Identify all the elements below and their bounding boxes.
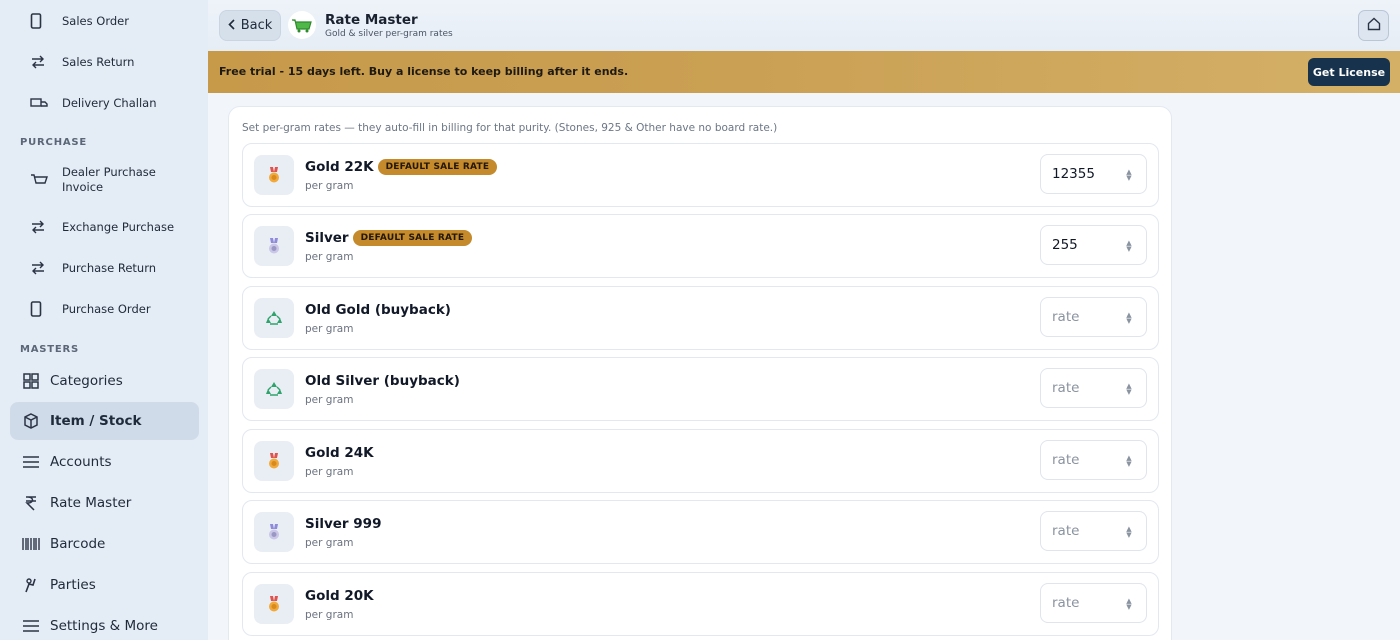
rate-input-old-silver[interactable] [1040, 368, 1147, 408]
sidebar-item-rate-master[interactable]: Rate Master [10, 484, 199, 522]
rate-input-gold-20k[interactable] [1040, 583, 1147, 623]
rate-input-gold-22k[interactable] [1040, 154, 1147, 194]
rate-row-old-gold: Old Gold (buyback) per gram ▲▼ [242, 286, 1159, 350]
swap-arrows-icon [30, 55, 56, 69]
silver-medal-icon [254, 512, 294, 552]
trial-banner-text: Free trial - 15 days left. Buy a license… [219, 65, 629, 78]
home-button[interactable] [1358, 10, 1389, 41]
rate-input-gold-24k[interactable] [1040, 440, 1147, 480]
swap-arrows-icon [30, 261, 56, 275]
back-label: Back [240, 18, 273, 33]
default-sale-rate-badge: DEFAULT SALE RATE [377, 159, 498, 175]
default-sale-rate-badge: DEFAULT SALE RATE [352, 230, 473, 246]
rate-row-silver-999: Silver 999 per gram ▲▼ [242, 500, 1159, 564]
sidebar-item-item-stock[interactable]: Item / Stock [10, 402, 199, 440]
trial-banner: Free trial - 15 days left. Buy a license… [208, 51, 1400, 93]
page-title: Rate Master [325, 12, 418, 28]
rate-card: Set per-gram rates — they auto-fill in b… [228, 106, 1172, 640]
rate-name: Gold 20K [305, 588, 374, 604]
grid-icon [22, 373, 40, 389]
sidebar-item-dealer-purchase-invoice[interactable]: Dealer Purchase Invoice [30, 164, 156, 196]
sidebar-item-sales-return[interactable]: Sales Return [30, 47, 134, 77]
person-icon [22, 577, 40, 593]
chevron-left-icon [228, 18, 235, 33]
barcode-icon [22, 537, 40, 551]
section-label-masters: MASTERS [20, 344, 80, 355]
rate-unit: per gram [305, 251, 354, 263]
mobile-doc-icon [30, 13, 56, 29]
rate-row-gold-24k: Gold 24K per gram ▲▼ [242, 429, 1159, 493]
section-label-purchase: PURCHASE [20, 137, 88, 148]
rate-row-gold-22k: Gold 22KDEFAULT SALE RATE per gram ▲▼ [242, 143, 1159, 207]
menu-lines-icon [22, 619, 40, 633]
sidebar-item-purchase-order[interactable]: Purchase Order [30, 294, 151, 324]
sidebar-item-settings[interactable]: Settings & More [10, 607, 199, 640]
rupee-icon [22, 495, 40, 511]
gold-medal-icon [254, 155, 294, 195]
rate-name: Gold 22K [305, 159, 374, 175]
rate-row-silver: SilverDEFAULT SALE RATE per gram ▲▼ [242, 214, 1159, 278]
gold-medal-icon [254, 441, 294, 481]
recycle-icon [254, 298, 294, 338]
rate-name: Old Silver (buyback) [305, 373, 460, 389]
sidebar-item-exchange-purchase[interactable]: Exchange Purchase [30, 212, 174, 242]
page-subtitle: Gold & silver per-gram rates [325, 29, 453, 39]
recycle-icon [254, 369, 294, 409]
rate-name: Silver [305, 230, 349, 246]
get-license-button[interactable]: Get License [1308, 58, 1390, 86]
sidebar-item-barcode[interactable]: Barcode [10, 525, 199, 563]
rate-name: Gold 24K [305, 445, 374, 461]
mobile-doc-icon [30, 301, 56, 317]
swap-arrows-icon [30, 220, 56, 234]
rate-unit: per gram [305, 323, 354, 335]
rate-input-silver[interactable] [1040, 225, 1147, 265]
sidebar-item-accounts[interactable]: Accounts [10, 443, 199, 481]
sidebar: Sales Order Sales Return Delivery Challa… [0, 0, 208, 640]
gold-medal-icon [254, 584, 294, 624]
rate-unit: per gram [305, 466, 354, 478]
rate-name: Silver 999 [305, 516, 382, 532]
sidebar-item-purchase-return[interactable]: Purchase Return [30, 253, 156, 283]
rate-name: Old Gold (buyback) [305, 302, 451, 318]
rate-unit: per gram [305, 394, 354, 406]
truck-icon [30, 97, 56, 109]
rate-row-gold-20k: Gold 20K per gram ▲▼ [242, 572, 1159, 636]
app-logo-icon [288, 11, 316, 39]
rate-row-old-silver: Old Silver (buyback) per gram ▲▼ [242, 357, 1159, 421]
sidebar-item-delivery-challan[interactable]: Delivery Challan [30, 88, 156, 118]
rate-unit: per gram [305, 180, 354, 192]
sidebar-item-parties[interactable]: Parties [10, 566, 199, 604]
top-header: Back Rate Master Gold & silver per-gram … [208, 0, 1400, 51]
back-button[interactable]: Back [219, 10, 281, 41]
rate-hint: Set per-gram rates — they auto-fill in b… [242, 122, 778, 134]
cart-icon [30, 173, 56, 187]
rate-input-silver-999[interactable] [1040, 511, 1147, 551]
rate-unit: per gram [305, 537, 354, 549]
menu-lines-icon [22, 455, 40, 469]
silver-medal-icon [254, 226, 294, 266]
box-icon [22, 413, 40, 429]
home-icon [1367, 16, 1381, 35]
sidebar-item-sales-order[interactable]: Sales Order [30, 6, 129, 36]
rate-input-old-gold[interactable] [1040, 297, 1147, 337]
rate-unit: per gram [305, 609, 354, 621]
sidebar-item-categories[interactable]: Categories [10, 362, 199, 400]
